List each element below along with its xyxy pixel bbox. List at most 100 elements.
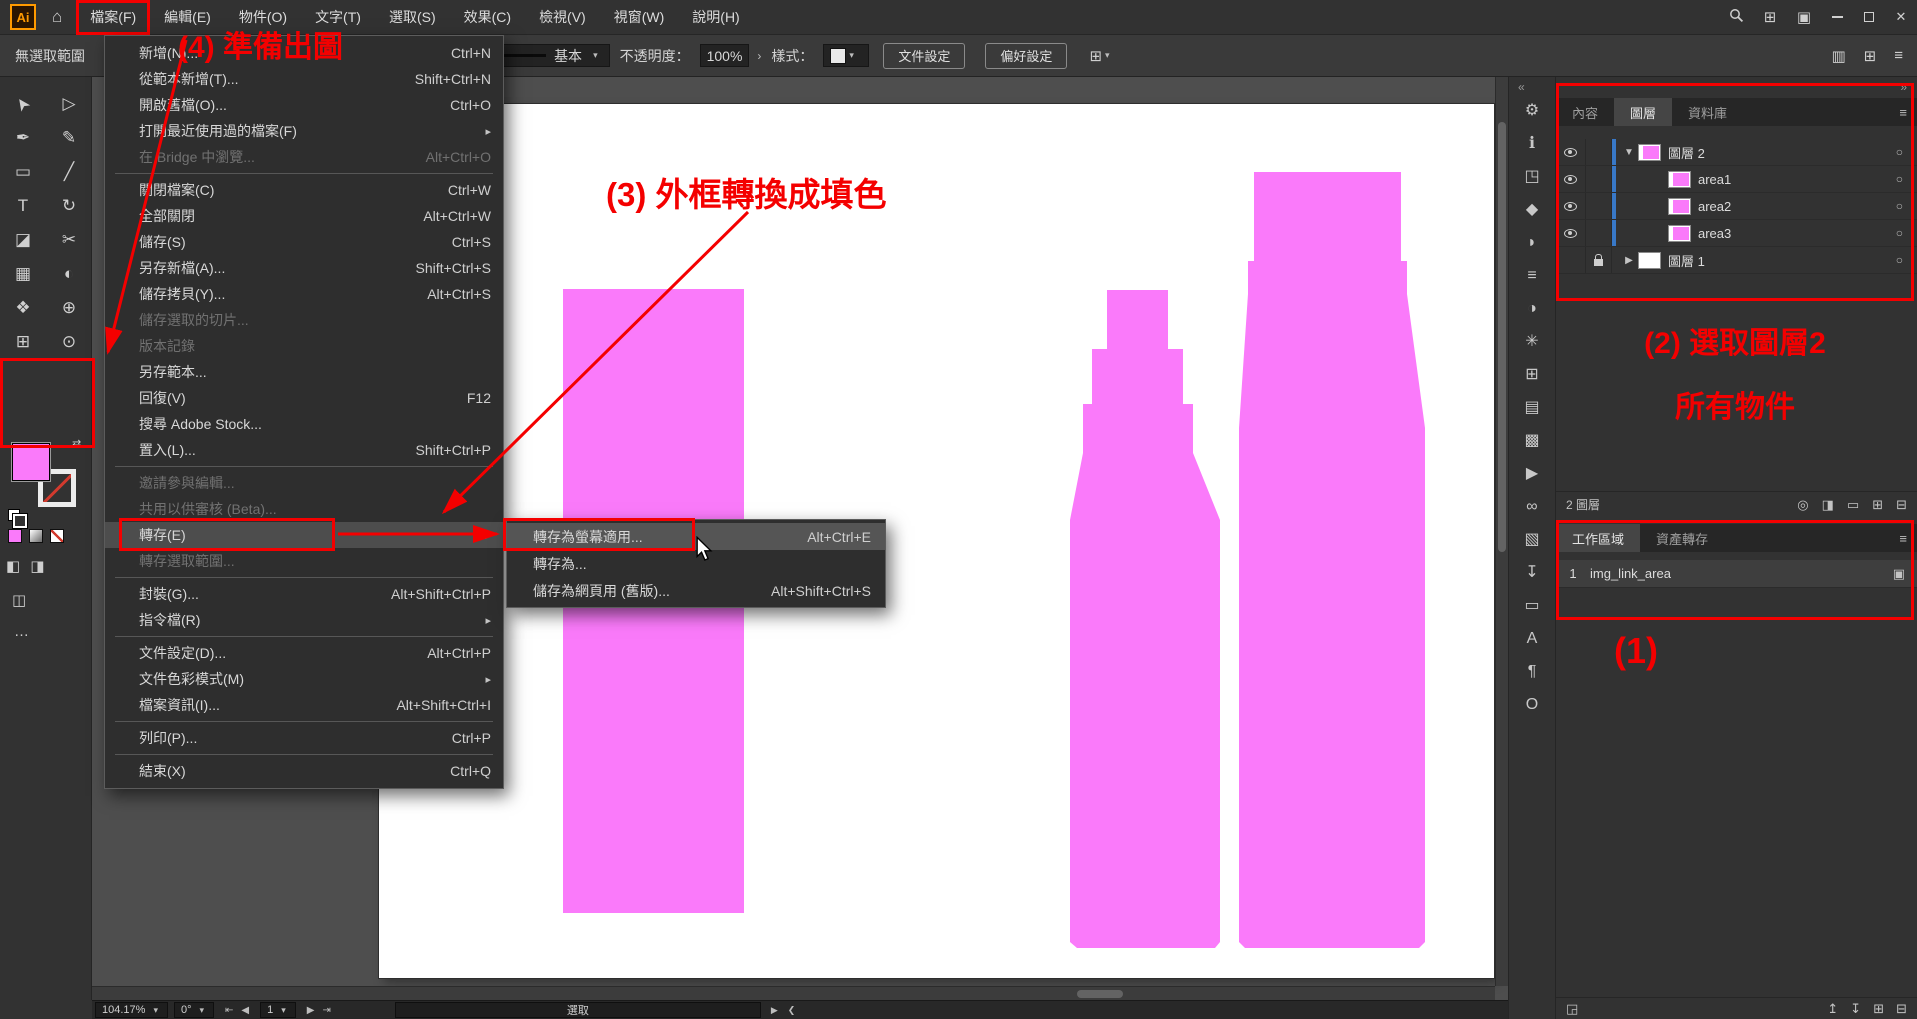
visibility-eye-icon[interactable] [1556, 139, 1586, 165]
swatches-icon[interactable]: ▩ [1524, 433, 1539, 449]
menu-item-save[interactable]: 儲存(S)Ctrl+S [105, 229, 503, 255]
default-colors-icon[interactable] [8, 509, 20, 521]
menu-item-open[interactable]: 開啟舊檔(O)...Ctrl+O [105, 92, 503, 118]
pen-tool[interactable]: ✒ [16, 128, 30, 148]
line-segment-tool[interactable]: ╱ [64, 162, 74, 182]
close-button[interactable]: ✕ [1885, 0, 1917, 35]
gradient-button[interactable] [29, 529, 43, 543]
tab-artboards[interactable]: 工作區域 [1556, 524, 1640, 552]
new-layer-icon[interactable]: ⊞ [1872, 497, 1883, 513]
status-play-icon[interactable]: ▶ [771, 1005, 778, 1016]
menu-item-export[interactable]: 轉存(E)▸ [105, 522, 503, 548]
menu-item-open-recent[interactable]: 打開最近使用過的檔案(F)▸ [105, 118, 503, 144]
selection-tool[interactable]: ➤ [16, 94, 30, 114]
menu-view[interactable]: 檢視(V) [525, 0, 600, 35]
curvature-tool[interactable]: ✎ [62, 128, 76, 148]
direct-selection-tool[interactable]: ▷ [62, 94, 75, 114]
workspace-switcher-icon[interactable]: ▣ [1787, 8, 1821, 26]
menu-item-save-a-copy[interactable]: 儲存拷貝(Y)...Alt+Ctrl+S [105, 281, 503, 307]
menu-type[interactable]: 文字(T) [301, 0, 375, 35]
align-icon[interactable]: ⊞ [1089, 47, 1102, 65]
clipping-mask-icon[interactable]: ◨ [1822, 497, 1834, 513]
pattern-icon[interactable]: ⊞ [1525, 367, 1538, 383]
links-icon[interactable]: ∞ [1526, 499, 1537, 515]
horizontal-scrollbar[interactable] [92, 986, 1495, 1000]
artboard-row[interactable]: 1 img_link_area ▣ [1556, 560, 1917, 588]
menu-item-new[interactable]: 新增(N)...Ctrl+N [105, 40, 503, 66]
expand-chevron-icon[interactable]: ▶ [1620, 255, 1638, 266]
resize-icon[interactable]: ◲ [1566, 1001, 1578, 1017]
layer-name[interactable]: 圖層 2 [1668, 143, 1705, 162]
menu-item-search-adobe-stock[interactable]: 搜尋 Adobe Stock... [105, 411, 503, 437]
blend-tool[interactable]: ⊕ [62, 298, 76, 318]
paragraph-icon[interactable]: ¶ [1528, 664, 1537, 680]
artboard-number-dropdown[interactable]: 1▾ [260, 1002, 296, 1018]
menu-object[interactable]: 物件(O) [225, 0, 301, 35]
home-icon[interactable]: ⌂ [52, 7, 62, 27]
arrange-icon[interactable]: ▥ [1831, 47, 1845, 65]
layers-panel-menu-icon[interactable]: ≡ [1889, 98, 1917, 126]
expand-chevron-icon[interactable]: ▼ [1620, 147, 1638, 158]
layer-row-area3[interactable]: area3 ○ [1556, 220, 1917, 247]
layer-name[interactable]: area3 [1698, 226, 1731, 241]
edit-toolbar-icon[interactable]: … [14, 623, 31, 640]
layer-row-layer2[interactable]: ▼ 圖層 2 ○ [1556, 139, 1917, 166]
layer-name[interactable]: area2 [1698, 199, 1731, 214]
eraser-tool[interactable]: ◪ [15, 230, 31, 250]
submenu-item-export-as[interactable]: 轉存為... [507, 550, 885, 577]
pink-bottle-small-shape[interactable] [1070, 290, 1220, 948]
opacity-value-field[interactable]: 100% [700, 44, 750, 67]
artboards-icon[interactable]: ▭ [1524, 598, 1539, 614]
layer-row-area2[interactable]: area2 ○ [1556, 193, 1917, 220]
delete-layer-icon[interactable]: ⊟ [1896, 497, 1907, 513]
tab-properties[interactable]: 內容 [1556, 98, 1614, 126]
actions-icon[interactable]: ▶ [1526, 466, 1538, 482]
prev-artboard-icon[interactable]: ◀ [241, 1005, 249, 1016]
lock-toggle-cell[interactable] [1586, 166, 1612, 192]
artboard-tool[interactable]: ⊞ [16, 332, 30, 352]
artboard-name[interactable]: img_link_area [1590, 566, 1671, 581]
preferences-button[interactable]: 偏好設定 [985, 43, 1067, 69]
menu-item-file-info[interactable]: 檔案資訊(I)...Alt+Shift+Ctrl+I [105, 692, 503, 718]
target-circle-icon[interactable]: ○ [1896, 226, 1903, 240]
screen-mode-icon[interactable]: ◫ [12, 591, 26, 609]
target-circle-icon[interactable]: ○ [1896, 199, 1903, 213]
menu-item-revert[interactable]: 回復(V)F12 [105, 385, 503, 411]
minimize-button[interactable] [1821, 0, 1853, 35]
menu-select[interactable]: 選取(S) [375, 0, 450, 35]
controlbar-menu-icon[interactable]: ≡ [1894, 47, 1903, 64]
target-circle-icon[interactable]: ○ [1896, 253, 1903, 267]
tab-asset-export[interactable]: 資產轉存 [1640, 524, 1724, 552]
graph-icon[interactable]: ▤ [1524, 400, 1539, 416]
appearance-icon[interactable]: ◆ [1526, 202, 1538, 218]
visibility-eye-cell[interactable] [1556, 247, 1586, 273]
scissors-tool[interactable]: ✂ [62, 230, 76, 250]
pink-bottle-large-shape[interactable] [1239, 172, 1425, 948]
new-sublayer-icon[interactable]: ▭ [1847, 497, 1859, 513]
menu-item-document-color-mode[interactable]: 文件色彩模式(M)▸ [105, 666, 503, 692]
horizontal-scrollbar-thumb[interactable] [1077, 990, 1123, 998]
tab-layers[interactable]: 圖層 [1614, 98, 1672, 126]
transparency-icon[interactable]: ◑ [1527, 301, 1537, 317]
next-artboard-icon[interactable]: ▶ [307, 1005, 315, 1016]
menu-item-save-as[interactable]: 另存新檔(A)...Shift+Ctrl+S [105, 255, 503, 281]
submenu-item-export-for-screens[interactable]: 轉存為螢幕適用...Alt+Ctrl+E [507, 523, 885, 550]
menu-item-print[interactable]: 列印(P)...Ctrl+P [105, 725, 503, 751]
document-setup-button[interactable]: 文件設定 [883, 43, 965, 69]
stroke-icon[interactable]: ≡ [1527, 268, 1536, 284]
zoom-level-dropdown[interactable]: 104.17%▾ [95, 1002, 168, 1018]
zoom-tool[interactable]: ⊙ [62, 332, 76, 352]
opentype-icon[interactable]: O [1526, 697, 1538, 713]
transform-icon[interactable]: ◳ [1524, 169, 1539, 185]
menu-edit[interactable]: 編輯(E) [150, 0, 225, 35]
layer-row-area1[interactable]: area1 ○ [1556, 166, 1917, 193]
locate-object-icon[interactable]: ◎ [1797, 497, 1808, 513]
lock-toggle-cell[interactable] [1586, 139, 1612, 165]
rectangle-tool[interactable]: ▭ [15, 162, 31, 182]
draw-normal-icon[interactable]: ◧ [6, 557, 20, 575]
vertical-scrollbar[interactable] [1495, 77, 1508, 986]
target-circle-icon[interactable]: ○ [1896, 172, 1903, 186]
target-circle-icon[interactable]: ○ [1896, 145, 1903, 159]
opacity-expander-icon[interactable]: › [757, 49, 761, 63]
character-icon[interactable]: A [1527, 631, 1538, 647]
